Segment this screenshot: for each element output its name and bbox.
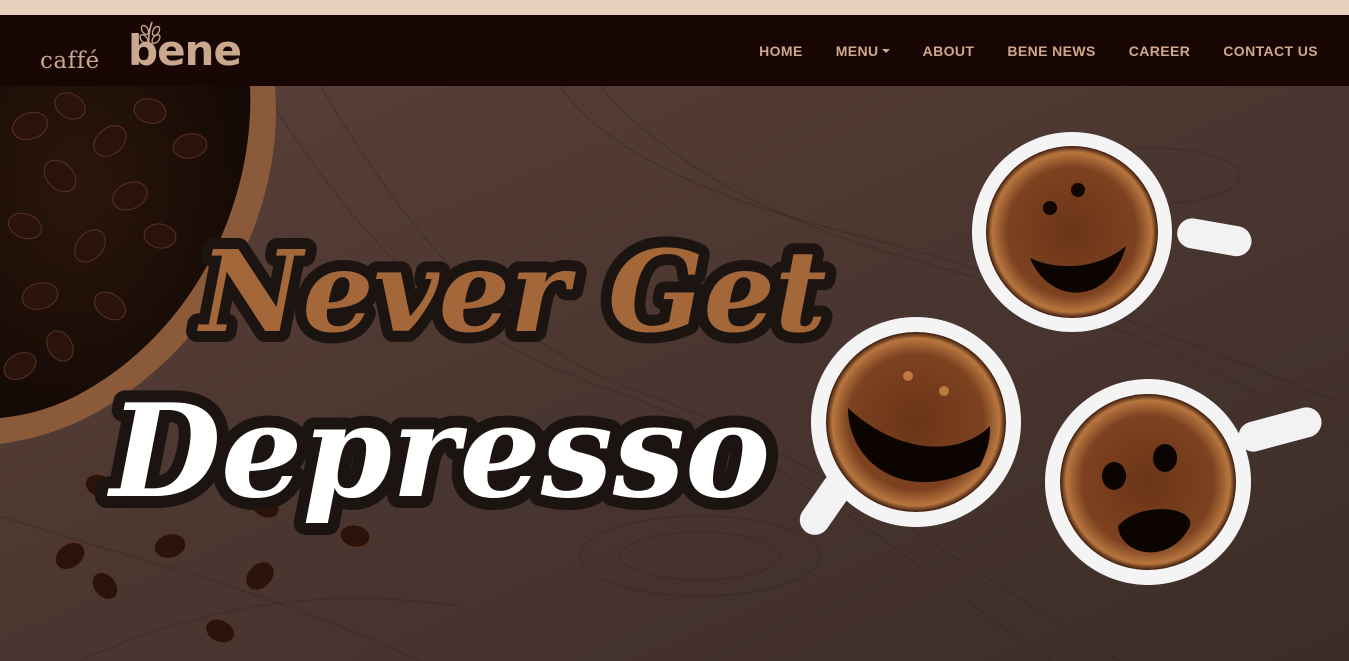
nav-career[interactable]: CAREER <box>1129 43 1191 59</box>
hero-banner: Never Get Never Get Depresso Depresso <box>0 86 1349 661</box>
logo-name: bene <box>128 26 242 75</box>
main-nav: HOME MENU ABOUT BENE NEWS CAREER CONTACT… <box>726 15 1318 86</box>
nav-career-label: CAREER <box>1128 42 1191 59</box>
nav-contact-us[interactable]: CONTACT US <box>1223 43 1318 59</box>
navbar: caffé bene HOME MENU ABOUT BENE NEWS CAR… <box>0 15 1349 86</box>
nav-menu-label: MENU <box>835 42 879 59</box>
headline-line2: Depresso <box>107 377 770 527</box>
hero-illustration: Never Get Never Get Depresso Depresso <box>0 86 1349 661</box>
nav-about-label: ABOUT <box>922 42 975 59</box>
nav-home-label: HOME <box>759 42 803 59</box>
nav-bene-news-label: BENE NEWS <box>1007 42 1096 59</box>
caret-down-icon <box>881 48 890 53</box>
logo-prefix: caffé <box>40 48 100 74</box>
top-accent-strip <box>0 0 1349 15</box>
nav-about[interactable]: ABOUT <box>923 43 975 59</box>
caffe-bene-logo[interactable]: caffé bene <box>40 20 245 82</box>
nav-menu-dropdown[interactable]: MENU <box>836 43 890 59</box>
headline-line1: Never Get <box>197 227 827 358</box>
nav-bene-news[interactable]: BENE NEWS <box>1007 43 1095 59</box>
nav-contact-us-label: CONTACT US <box>1223 42 1318 59</box>
nav-home[interactable]: HOME <box>759 43 803 59</box>
